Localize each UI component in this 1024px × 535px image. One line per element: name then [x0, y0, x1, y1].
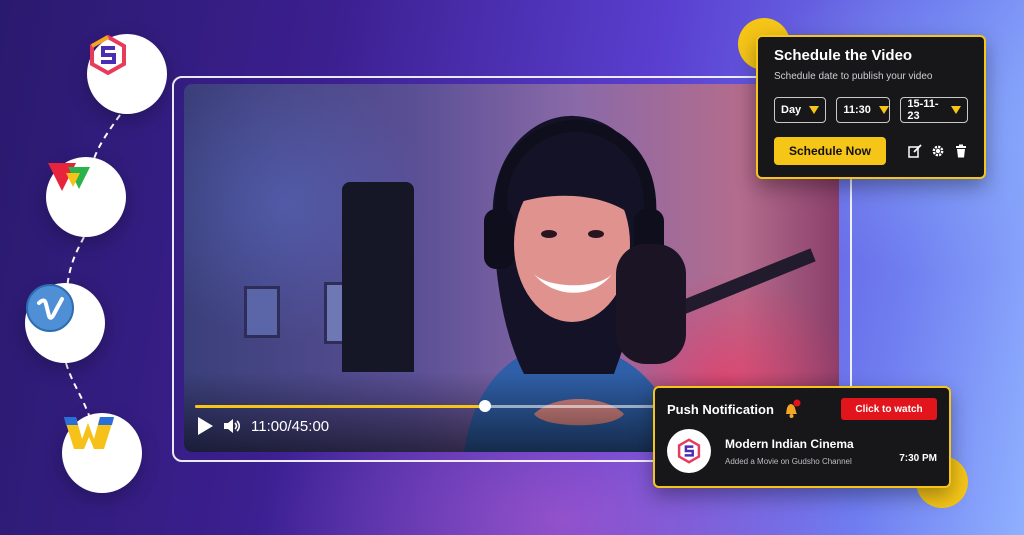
push-body: Modern Indian Cinema Added a Movie on Gu…: [667, 429, 937, 473]
push-header: Push Notification Click to watch: [667, 398, 937, 420]
trash-icon[interactable]: [954, 144, 968, 158]
click-to-watch-button[interactable]: Click to watch: [841, 398, 937, 420]
push-notification-card: Push Notification Click to watch Modern …: [653, 386, 951, 488]
schedule-card: Schedule the Video Schedule date to publ…: [756, 35, 986, 179]
push-description: Added a Movie on Gudsho Channel: [725, 456, 852, 466]
schedule-actions: Schedule Now: [774, 137, 968, 165]
push-title: Push Notification: [667, 401, 774, 417]
wistia-platform[interactable]: [62, 413, 142, 493]
schedule-selectors: Day 11:30 15-11-23: [774, 97, 968, 123]
schedule-now-button[interactable]: Schedule Now: [774, 137, 886, 165]
viddy-logo-icon: [48, 163, 90, 191]
push-text: Modern Indian Cinema Added a Movie on Gu…: [725, 437, 854, 466]
volume-icon[interactable]: [223, 417, 241, 435]
progress-fill: [195, 405, 485, 408]
schedule-title: Schedule the Video: [774, 47, 913, 64]
bell-icon: [785, 399, 801, 418]
wistia-logo-icon: [64, 417, 114, 449]
wall-picture: [244, 286, 280, 338]
microphone: [616, 244, 686, 364]
gudsho-logo-icon: [90, 34, 126, 76]
time-dropdown-value: 11:30: [843, 104, 871, 116]
edit-icon[interactable]: [908, 144, 922, 158]
player-controls: 11:00/45:00: [198, 417, 329, 435]
progress-knob[interactable]: [478, 400, 491, 412]
day-dropdown-value: Day: [781, 104, 802, 116]
schedule-subtitle: Schedule date to publish your video: [774, 71, 933, 82]
progress-bar[interactable]: [195, 400, 655, 412]
date-dropdown[interactable]: 15-11-23: [900, 97, 968, 123]
gudsho-logo-icon: [677, 438, 701, 464]
time-dropdown[interactable]: 11:30: [836, 97, 891, 123]
chevron-down-icon: [809, 106, 820, 114]
push-channel-name: Modern Indian Cinema: [725, 436, 854, 451]
push-time: 7:30 PM: [899, 452, 937, 464]
play-icon[interactable]: [198, 417, 213, 435]
channel-avatar: [667, 429, 711, 473]
vimeo-platform[interactable]: [25, 283, 105, 363]
schedule-icons: [908, 144, 968, 158]
chevron-down-icon: [878, 106, 889, 114]
platform-chain: [0, 0, 180, 535]
gear-icon[interactable]: [931, 144, 945, 158]
chevron-down-icon: [951, 106, 961, 114]
viddy-platform[interactable]: [46, 157, 126, 237]
playback-time: 11:00/45:00: [251, 417, 330, 435]
day-dropdown[interactable]: Day: [774, 97, 827, 123]
vimeo-logo-icon: [26, 284, 74, 332]
date-dropdown-value: 15-11-23: [907, 98, 939, 122]
gudsho-platform[interactable]: [87, 34, 167, 114]
